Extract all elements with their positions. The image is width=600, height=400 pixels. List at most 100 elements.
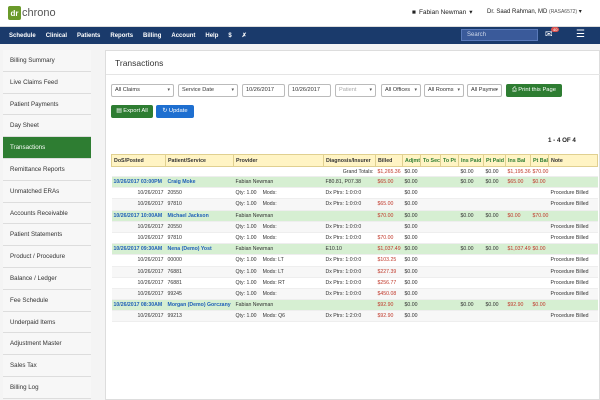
to-sec-cell (420, 243, 441, 256)
sidebar-item-accounts-receivable[interactable]: Accounts Receivable (3, 202, 91, 225)
qty-text: Qty: 1.00 (235, 235, 257, 242)
col-note[interactable]: Note (548, 154, 598, 167)
col-pt-bal[interactable]: Pt Bal (530, 154, 549, 167)
dos-cell: 10/26/2017 09:30AM (111, 243, 166, 256)
billed-cell: $65.00 (375, 198, 403, 211)
patient-name-link[interactable]: Michael Jackson (165, 210, 234, 222)
patient-row[interactable]: 10/26/2017 08:30AM Morgan (Demo) Gorczany… (111, 299, 598, 312)
sidebar-item-billing-log[interactable]: Billing Log (3, 376, 91, 399)
empty-cell (458, 198, 484, 211)
to-pt-cell (440, 299, 459, 312)
empty-cell (458, 310, 484, 323)
dollar-icon[interactable]: $ (228, 33, 231, 39)
nav-schedule[interactable]: Schedule (9, 33, 36, 39)
diagnosis-cell: F80.81, P07.38 (323, 176, 376, 189)
nav-account[interactable]: Account (171, 33, 195, 39)
sidebar-item-patient-statements[interactable]: Patient Statements (3, 224, 91, 247)
empty-cell (483, 277, 506, 289)
sidebar-item-day-sheet[interactable]: Day Sheet (3, 115, 91, 138)
date-to-input[interactable]: 10/26/2017 (288, 84, 331, 97)
sidebar-item-remittance-reports[interactable]: Remittance Reports (3, 158, 91, 181)
sidebar-item-product-procedure[interactable]: Product / Procedure (3, 246, 91, 268)
nav-patients[interactable]: Patients (77, 33, 100, 39)
to-pt-cell (440, 243, 459, 256)
nav-billing[interactable]: Billing (143, 33, 161, 39)
patient-input[interactable]: Patient ▾ (335, 84, 376, 97)
provider-qty-mods-cell: Qty: 1.00 Mods: LT (233, 254, 324, 267)
mail-icon[interactable]: ✉ 40 (545, 27, 560, 40)
nav-reports[interactable]: Reports (110, 33, 133, 39)
sidebar-item-adjustment-master[interactable]: Adjustment Master (3, 333, 91, 356)
col-dos-posted[interactable]: DoS/Posted (111, 154, 166, 167)
print-page-button[interactable]: ⎙ Print this Page (506, 84, 562, 97)
rooms-select[interactable]: All Rooms ▾ (424, 84, 464, 97)
payments-select[interactable]: All Payme ▾ (467, 84, 502, 97)
empty-cell (440, 254, 459, 267)
empty-cell (483, 266, 506, 278)
col-ins-bal[interactable]: Ins Bal (505, 154, 531, 167)
logo-mark: dr (8, 6, 21, 20)
billed-cell: $1,037.49 (375, 243, 403, 256)
chevron-down-icon: ▾ (414, 87, 417, 93)
user-menu[interactable]: ■ Fabian Newman ▾ (412, 8, 473, 17)
provider-qty-mods-cell: Qty: 1.00 Mods: (233, 187, 324, 200)
offices-select[interactable]: All Offices ▾ (381, 84, 421, 97)
mods-text: Mods: (262, 223, 277, 230)
col-diagnosis-insurer[interactable]: Diagnosis/Insurer (323, 154, 376, 167)
col-provider[interactable]: Provider (233, 154, 324, 167)
pt-bal-cell: $0.00 (530, 299, 549, 312)
patient-name-link[interactable]: Nena (Demo) Yost (165, 243, 234, 256)
drchrono-logo[interactable]: dr chrono (8, 6, 56, 20)
doctor-selector[interactable]: Dr. Saad Rahman, MD (RASA6572) ▾ (487, 8, 582, 15)
doctor-name: Dr. Saad Rahman, MD (487, 9, 548, 15)
search-input[interactable]: Search (461, 29, 538, 41)
tools-icon[interactable]: ✗ (242, 32, 247, 39)
sidebar-item-fee-schedule[interactable]: Fee Schedule (3, 289, 91, 312)
col-patient-service[interactable]: Patient/Service (165, 154, 234, 167)
sidebar-item-underpaid-items[interactable]: Underpaid Items (3, 311, 91, 334)
update-button[interactable]: ↻ Update (156, 105, 194, 118)
patient-name-link[interactable]: Craig Moke (165, 176, 234, 189)
mods-text: Mods: Q6 (262, 313, 286, 320)
adjmt-cell: $0.00 (402, 187, 421, 200)
nav-clinical[interactable]: Clinical (46, 33, 67, 39)
billed-cell (375, 221, 403, 233)
table-header-row: DoS/Posted Patient/Service Provider Diag… (111, 154, 598, 167)
to-sec-cell (420, 176, 441, 189)
sidebar-item-patient-payments[interactable]: Patient Payments (3, 93, 91, 116)
export-all-button[interactable]: ▤ Export All (111, 105, 153, 118)
billed-cell: $92.90 (375, 299, 403, 312)
sidebar-item-billing-summary[interactable]: Billing Summary (3, 50, 91, 72)
nav-help[interactable]: Help (205, 33, 218, 39)
patient-name-link[interactable]: Morgan (Demo) Gorczany (165, 299, 234, 312)
patient-row[interactable]: 10/26/2017 10:00AM Michael Jackson Fabian … (111, 210, 598, 222)
claims-select[interactable]: All Claims ▾ (111, 84, 174, 97)
col-billed[interactable]: Billed (375, 154, 403, 167)
sidebar-item-live-claims-feed[interactable]: Live Claims Feed (3, 71, 91, 94)
dx-pointer-cell: Dx Ptrs: 1:0:0:0 (323, 187, 376, 200)
col-ins-paid[interactable]: Ins Paid (458, 154, 484, 167)
sidebar-item-balance-ledger[interactable]: Balance / Ledger (3, 267, 91, 290)
date-from-input[interactable]: 10/26/2017 (242, 84, 285, 97)
patient-row[interactable]: 10/26/2017 09:30AM Nena (Demo) Yost Fabian… (111, 243, 598, 256)
billed-cell: $227.39 (375, 266, 403, 278)
col-to-pt[interactable]: To Pt (440, 154, 459, 167)
grand-totals-label: Grand Totals: (111, 166, 376, 177)
col-to-sec[interactable]: To Sec (420, 154, 441, 167)
diagnosis-cell (323, 299, 376, 312)
grand-ins-paid: $0.00 (458, 166, 484, 177)
col-pt-paid[interactable]: Pt Paid (483, 154, 506, 167)
note-cell (548, 243, 598, 256)
empty-cell (440, 288, 459, 301)
sidebar-item-sales-tax[interactable]: Sales Tax (3, 355, 91, 377)
date-type-select[interactable]: Service Date ▾ (178, 84, 238, 97)
sidebar-item-transactions[interactable]: Transactions (3, 137, 91, 159)
col-adjmt[interactable]: Adjmt (402, 154, 421, 167)
hamburger-menu-icon[interactable]: ☰ (576, 29, 585, 40)
chevron-down-icon: ▾ (457, 87, 460, 93)
pagination-count: 1 - 4 OF 4 (548, 137, 576, 144)
patient-row[interactable]: 10/26/2017 03:00PM Craig Moke Fabian Newma… (111, 176, 598, 189)
qty-text: Qty: 1.00 (235, 290, 257, 297)
sidebar-item-unmatched-eras[interactable]: Unmatched ERAs (3, 180, 91, 203)
pt-bal-cell: $0.00 (530, 243, 549, 256)
